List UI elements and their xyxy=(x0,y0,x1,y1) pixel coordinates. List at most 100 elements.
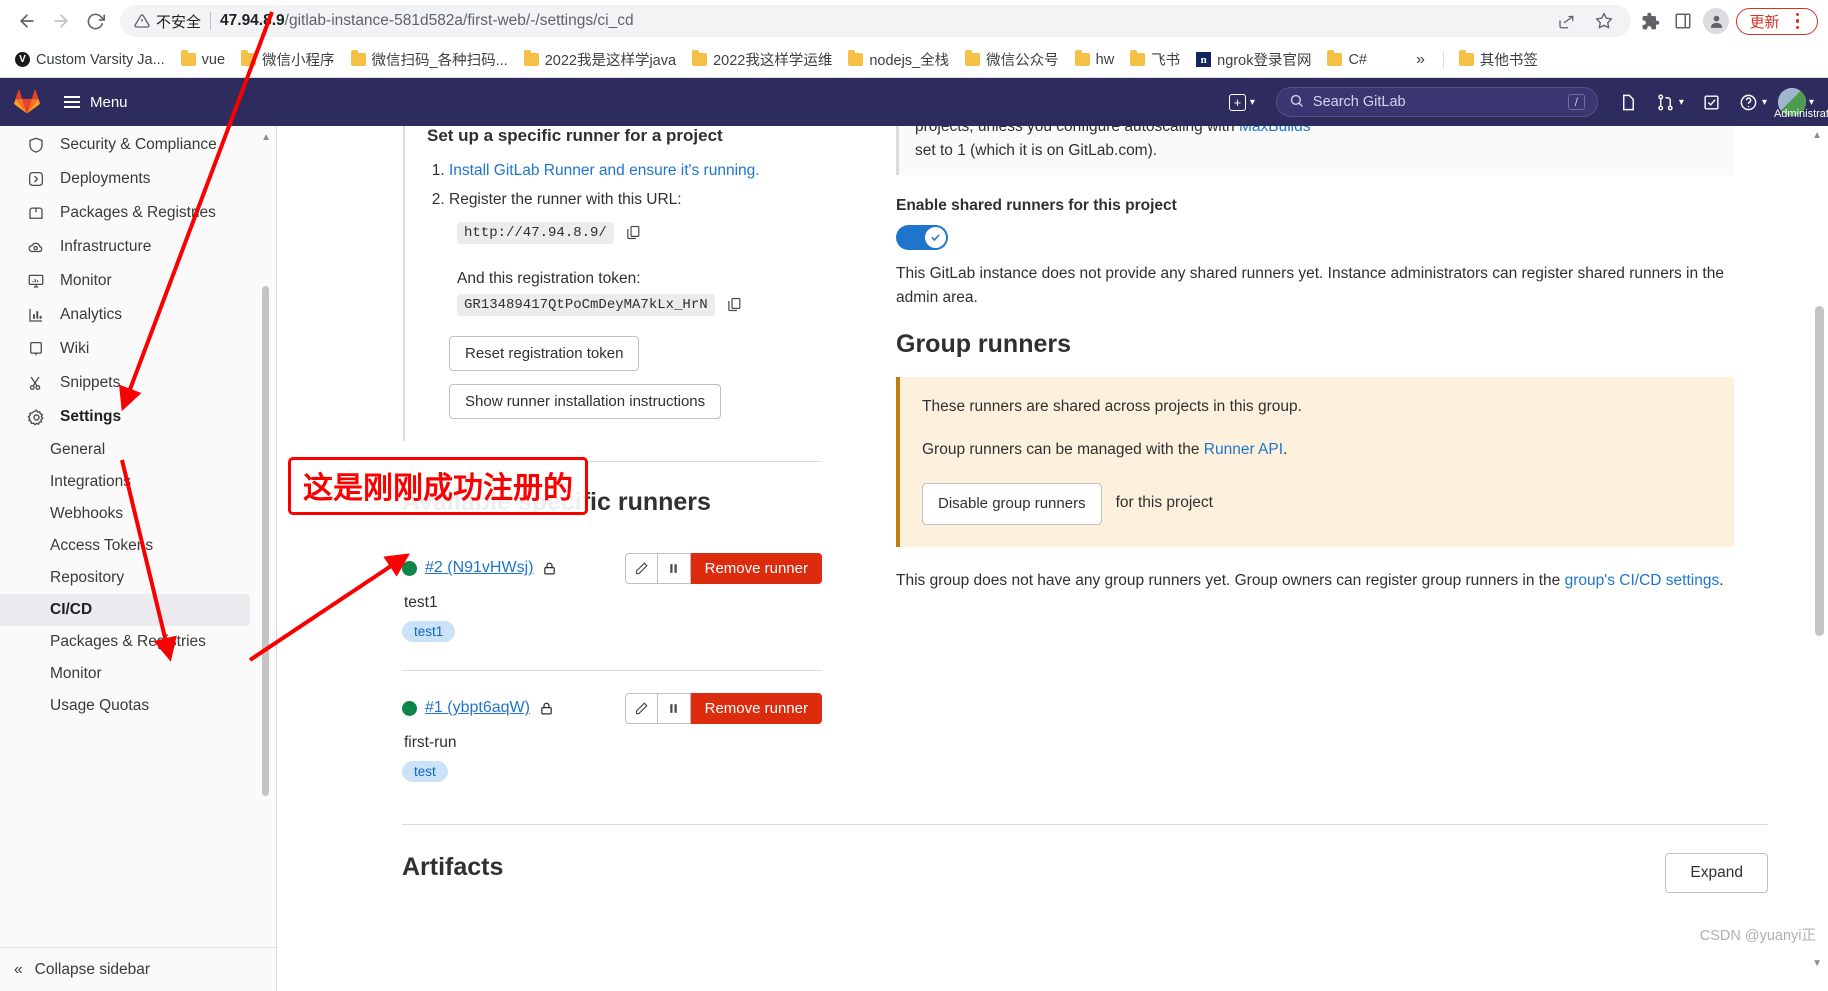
edit-runner-button[interactable] xyxy=(624,552,658,584)
folder-icon xyxy=(350,50,366,66)
url-path: /gitlab-instance-581d582a/first-web/-/se… xyxy=(284,12,634,29)
sidebar-item-deployments[interactable]: Deployments xyxy=(0,162,276,196)
sidebar-item-monitor[interactable]: Monitor xyxy=(0,264,276,298)
bookmark-item[interactable]: 飞书 xyxy=(1123,46,1187,73)
enable-shared-runners-toggle[interactable] xyxy=(896,225,948,251)
reload-icon[interactable] xyxy=(78,4,112,38)
runner-api-link[interactable]: Runner API xyxy=(1204,441,1283,458)
bookmark-item[interactable]: vue xyxy=(174,49,232,71)
sidebar-item-infrastructure[interactable]: Infrastructure xyxy=(0,230,276,264)
extensions-icon[interactable] xyxy=(1637,8,1663,34)
specific-runner-steps: Install GitLab Runner and ensure it's ru… xyxy=(449,156,822,215)
folder-icon xyxy=(1327,50,1343,66)
edit-runner-button[interactable] xyxy=(624,692,658,724)
bookmark-item[interactable]: n ngrok登录官网 xyxy=(1189,46,1318,73)
runner-id-link[interactable]: #2 (N91vHWsj) xyxy=(425,559,533,577)
todos-button[interactable] xyxy=(1695,87,1728,118)
shared-runners-description: This GitLab instance does not provide an… xyxy=(896,265,1724,307)
bookmark-item[interactable]: 2022我是这样学java xyxy=(517,46,683,73)
sidebar-item-label: Infrastructure xyxy=(60,238,152,255)
bookmark-label: nodejs_全栈 xyxy=(869,53,950,69)
copy-token-icon[interactable] xyxy=(726,296,743,313)
user-menu-button[interactable]: ▾ Administrato xyxy=(1774,88,1828,120)
remove-runner-button[interactable]: Remove runner xyxy=(690,552,822,584)
help-button[interactable]: ▾ xyxy=(1732,87,1774,118)
merge-requests-button[interactable]: ▾ xyxy=(1649,87,1691,118)
search-input[interactable]: Search GitLab / xyxy=(1275,87,1598,117)
install-runner-link[interactable]: Install GitLab Runner and ensure it's ru… xyxy=(449,162,760,179)
runner-header: #1 (ybpt6aqW) Remove runner xyxy=(402,692,822,724)
sidebar-item-integrations[interactable]: Integrations xyxy=(0,466,276,498)
chrome-menu-icon[interactable] xyxy=(1790,12,1806,30)
bookmark-item[interactable]: nodejs_全栈 xyxy=(841,46,956,73)
disable-group-runners-button[interactable]: Disable group runners xyxy=(922,482,1102,525)
show-runner-installation-instructions-button[interactable]: Show runner installation instructions xyxy=(449,383,722,419)
sidebar-item-label: Security & Compliance xyxy=(60,136,217,153)
sidebar-item-ci-cd[interactable]: CI/CD xyxy=(0,594,250,626)
sidebar-item-label: Packages & Registries xyxy=(60,204,216,221)
address-bar[interactable]: 不安全 47.94.8.9/gitlab-instance-581d582a/f… xyxy=(120,5,1632,37)
copy-url-icon[interactable] xyxy=(625,224,642,241)
sidebar-scrollbar[interactable] xyxy=(262,286,269,796)
other-bookmarks-button[interactable]: 其他书签 xyxy=(1452,46,1545,73)
step-register: Register the runner with this URL: xyxy=(449,185,822,214)
bookmark-label: Custom Varsity Ja... xyxy=(36,51,165,68)
issues-button[interactable] xyxy=(1612,87,1645,118)
bookmark-item[interactable]: 微信扫码_各种扫码... xyxy=(344,46,515,73)
share-icon[interactable] xyxy=(1553,8,1579,34)
package-icon xyxy=(26,203,46,223)
sidebar-item-usage-quotas[interactable]: Usage Quotas xyxy=(0,690,276,722)
sidebar-item-repository[interactable]: Repository xyxy=(0,562,276,594)
bookmark-item[interactable]: 2022我这样学运维 xyxy=(685,46,839,73)
main-content: ▲ ▼ Set up a specific runner for a proje… xyxy=(277,126,1828,991)
sidebar-item-settings[interactable]: Settings xyxy=(0,400,276,434)
bookmark-item[interactable]: 微信小程序 xyxy=(234,46,342,73)
runner-description: test1 xyxy=(404,593,438,611)
bookmark-item[interactable]: V Custom Varsity Ja... xyxy=(8,49,172,71)
pause-runner-button[interactable] xyxy=(657,552,691,584)
update-button[interactable]: 更新 xyxy=(1736,7,1818,35)
bookmark-item[interactable]: C# xyxy=(1320,49,1374,71)
chevron-down-icon: ▾ xyxy=(1761,96,1767,108)
profile-avatar-icon[interactable] xyxy=(1703,8,1730,34)
side-panel-icon[interactable] xyxy=(1670,8,1696,34)
pause-runner-button[interactable] xyxy=(657,692,691,724)
bookmark-label: C# xyxy=(1348,51,1367,68)
bookmark-label: 2022我是这样学java xyxy=(544,53,677,69)
group-runners-empty-state: This group does not have any group runne… xyxy=(896,569,1734,593)
sidebar-item-wiki[interactable]: Wiki xyxy=(0,332,276,366)
sidebar-item-monitor-sub[interactable]: Monitor xyxy=(0,658,276,690)
group-cicd-settings-link[interactable]: group's CI/CD settings xyxy=(1565,572,1720,589)
shared-group-runners-column: projects, unless you configure autoscali… xyxy=(822,126,1794,794)
gitlab-logo-icon[interactable] xyxy=(14,89,40,115)
main-scroll-down-icon[interactable]: ▼ xyxy=(1812,958,1822,969)
chevron-left-double-icon: « xyxy=(14,960,23,978)
runner-id-link[interactable]: #1 (ybpt6aqW) xyxy=(425,699,530,717)
sidebar-item-analytics[interactable]: Analytics xyxy=(0,298,276,332)
sidebar: ▲ Security & Compliance Deployments Pack… xyxy=(0,126,277,991)
collapse-sidebar-label: Collapse sidebar xyxy=(34,960,151,978)
create-new-button[interactable]: + ▾ xyxy=(1222,88,1262,117)
sidebar-item-access-tokens[interactable]: Access Tokens xyxy=(0,530,276,562)
maxbuilds-link[interactable]: MaxBuilds xyxy=(1239,126,1311,135)
reset-registration-token-button[interactable]: Reset registration token xyxy=(449,335,640,371)
bookmarks-overflow-icon[interactable]: » xyxy=(1406,51,1435,69)
collapse-sidebar-button[interactable]: « Collapse sidebar xyxy=(0,947,276,991)
sidebar-item-general[interactable]: General xyxy=(0,434,276,466)
sidebar-item-packages-registries-sub[interactable]: Packages & Registries xyxy=(0,626,276,658)
remove-runner-button[interactable]: Remove runner xyxy=(690,692,822,724)
expand-artifacts-button[interactable]: Expand xyxy=(1665,852,1768,893)
artifacts-heading: Artifacts xyxy=(402,852,504,881)
sidebar-item-webhooks[interactable]: Webhooks xyxy=(0,498,276,530)
bookmark-label: 微信公众号 xyxy=(986,53,1059,69)
sidebar-item-packages-registries[interactable]: Packages & Registries xyxy=(0,196,276,230)
back-icon[interactable] xyxy=(10,4,44,38)
forward-icon[interactable] xyxy=(44,4,78,38)
bookmark-star-icon[interactable] xyxy=(1591,8,1617,34)
bookmark-item[interactable]: hw xyxy=(1068,49,1122,71)
sidebar-scroll-up-icon[interactable]: ▲ xyxy=(261,132,271,143)
sidebar-item-snippets[interactable]: Snippets xyxy=(0,366,276,400)
bookmark-item[interactable]: 微信公众号 xyxy=(958,46,1066,73)
menu-button[interactable]: Menu xyxy=(64,94,128,111)
sidebar-item-security-compliance[interactable]: Security & Compliance xyxy=(0,128,276,162)
